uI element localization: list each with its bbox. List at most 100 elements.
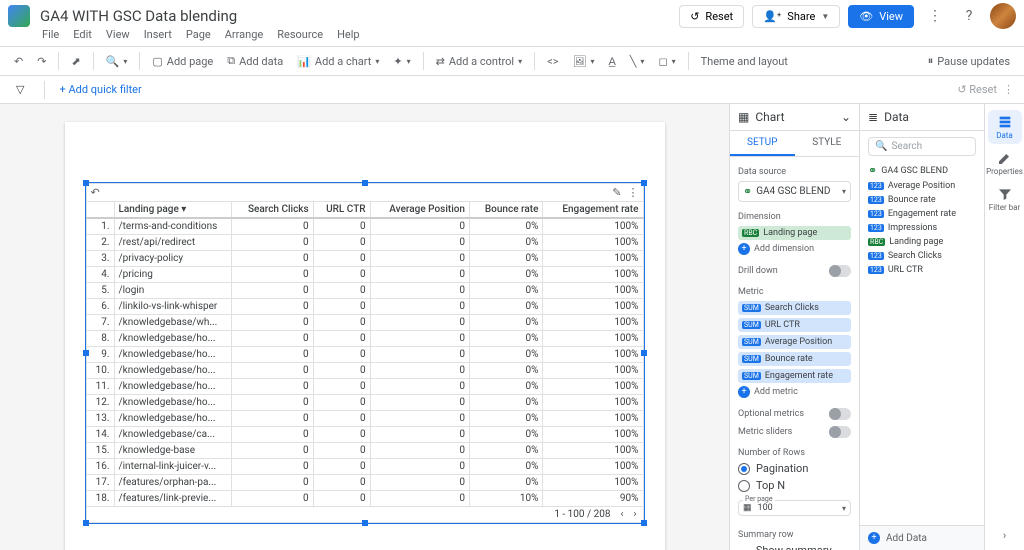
reset-button[interactable]: ↺ Reset	[679, 5, 744, 28]
doc-title[interactable]: GA4 WITH GSC Data blending	[40, 7, 679, 25]
theme-layout[interactable]: Theme and layout	[695, 51, 794, 72]
col-landing-page[interactable]: Landing page ▾	[114, 202, 231, 219]
reset-filters[interactable]: ↺ Reset	[957, 83, 997, 96]
radio-topn[interactable]	[738, 480, 750, 492]
add-quick-filter[interactable]: + Add quick filter	[59, 83, 141, 96]
add-dimension[interactable]: +Add dimension	[738, 243, 851, 255]
canvas[interactable]: ↶ ✎ ⋮ Landing page ▾ Search Clicks URL C…	[0, 104, 729, 550]
shape-tool[interactable]: ◻▾	[652, 51, 681, 72]
col-url-ctr[interactable]: URL CTR	[313, 202, 370, 219]
image-tool[interactable]: 🖼▾	[566, 51, 600, 72]
field-item[interactable]: 123Average Position	[868, 179, 976, 193]
pencil-icon[interactable]: ✎	[612, 186, 621, 199]
col-avg-position[interactable]: Average Position	[370, 202, 469, 219]
col-search-clicks[interactable]: Search Clicks	[231, 202, 313, 219]
rail-data[interactable]: Data	[988, 110, 1022, 144]
table-row[interactable]: 13./knowledgebase/ho...0000%100%	[86, 411, 643, 427]
table-row[interactable]: 15./knowledge-base0000%100%	[86, 443, 643, 459]
add-chart[interactable]: 📊 Add a chart ▾	[291, 51, 385, 72]
field-item[interactable]: 123Search Clicks	[868, 249, 976, 263]
rail-filter[interactable]: Filter bar	[988, 182, 1022, 216]
table-chart[interactable]: ↶ ✎ ⋮ Landing page ▾ Search Clicks URL C…	[85, 182, 645, 524]
data-source-entry[interactable]: ⚭GA4 GSC BLEND	[868, 162, 976, 179]
pager-prev[interactable]: ‹	[620, 509, 623, 520]
table-row[interactable]: 17./features/orphan-pa...0000%100%	[86, 475, 643, 491]
line-tool[interactable]: ╲▾	[624, 51, 651, 72]
col-bounce-rate[interactable]: Bounce rate	[470, 202, 543, 219]
metric-chip[interactable]: SUMURL CTR	[738, 318, 851, 332]
zoom-tool[interactable]: 🔍▾	[100, 51, 134, 72]
metric-chip[interactable]: SUMEngagement rate	[738, 369, 851, 383]
pause-updates[interactable]: ⏸ Pause updates	[922, 50, 1016, 72]
menu-edit[interactable]: Edit	[73, 28, 92, 42]
rail-properties[interactable]: Properties	[988, 146, 1022, 180]
tab-setup[interactable]: SETUP	[730, 131, 795, 156]
menu-insert[interactable]: Insert	[144, 28, 172, 42]
table-row[interactable]: 8./knowledgebase/ho...0000%100%	[86, 331, 643, 347]
table-row[interactable]: 12./knowledgebase/ho...0000%100%	[86, 395, 643, 411]
filter-more[interactable]: ⋮	[1003, 83, 1014, 96]
undo-icon[interactable]: ↶	[91, 186, 100, 199]
help-button[interactable]: ?	[956, 3, 982, 29]
community-viz[interactable]: ✦▾	[387, 51, 416, 72]
account-avatar[interactable]	[990, 3, 1016, 29]
table-row[interactable]: 16./internal-link-juicer-v...0000%100%	[86, 459, 643, 475]
add-metric[interactable]: +Add metric	[738, 386, 851, 398]
data-source-selector[interactable]: ⚭GA4 GSC BLEND▾	[738, 181, 851, 202]
table-row[interactable]: 2./rest/api/redirect0000%100%	[86, 235, 643, 251]
menu-file[interactable]: File	[42, 28, 59, 42]
menu-resource[interactable]: Resource	[277, 28, 323, 42]
table-row[interactable]: 18./features/link-previe...00010%90%	[86, 491, 643, 507]
metric-chip[interactable]: SUMAverage Position	[738, 335, 851, 349]
metric-chip[interactable]: SUMSearch Clicks	[738, 301, 851, 315]
pager-next[interactable]: ›	[633, 509, 636, 520]
url-embed[interactable]: <>	[541, 51, 564, 72]
menu-help[interactable]: Help	[337, 28, 360, 42]
optional-metrics-toggle[interactable]	[829, 408, 851, 420]
menu-view[interactable]: View	[106, 28, 130, 42]
chart-type-chevron[interactable]: ⌄	[841, 110, 851, 124]
chart-more-icon[interactable]: ⋮	[628, 186, 639, 199]
radio-pagination[interactable]	[738, 463, 750, 475]
per-page-select[interactable]: Per page ▦ 100▾	[738, 500, 851, 516]
add-data-button[interactable]: +Add Data	[860, 525, 984, 550]
tab-style[interactable]: STYLE	[795, 131, 860, 156]
table-row[interactable]: 10./knowledgebase/ho...0000%100%	[86, 363, 643, 379]
table-row[interactable]: 6./linkilo-vs-link-whisper0000%100%	[86, 299, 643, 315]
table-row[interactable]: 1./terms-and-conditions0000%100%	[86, 218, 643, 235]
share-button[interactable]: 👤⁺ Share ▼	[752, 5, 840, 28]
field-item[interactable]: 123Bounce rate	[868, 193, 976, 207]
add-page[interactable]: ▢ Add page	[146, 51, 219, 72]
dimension-chip[interactable]: RBCLanding page	[738, 226, 851, 240]
field-item[interactable]: 123Impressions	[868, 221, 976, 235]
col-engagement-rate[interactable]: Engagement rate	[543, 202, 643, 219]
drill-down-toggle[interactable]	[829, 265, 851, 277]
table-row[interactable]: 4./pricing0000%100%	[86, 267, 643, 283]
view-button[interactable]: 👁 View	[848, 5, 914, 28]
metric-sliders-toggle[interactable]	[829, 426, 851, 438]
table-row[interactable]: 14./knowledgebase/ca...0000%100%	[86, 427, 643, 443]
filter-icon[interactable]: ▽	[10, 79, 30, 100]
more-options-button[interactable]: ⋮	[922, 3, 948, 29]
table-row[interactable]: 7./knowledgebase/wh...0000%100%	[86, 315, 643, 331]
drill-down-label: Drill down	[738, 266, 778, 276]
table-row[interactable]: 9./knowledgebase/ho...0000%100%	[86, 347, 643, 363]
text-tool[interactable]: A̲	[602, 51, 621, 72]
field-item[interactable]: 123Engagement rate	[868, 207, 976, 221]
rail-expand[interactable]: ›	[1003, 529, 1006, 542]
table-row[interactable]: 11./knowledgebase/ho...0000%100%	[86, 379, 643, 395]
selection-tool[interactable]: ⬈	[65, 51, 86, 72]
undo-button[interactable]: ↶	[8, 51, 29, 72]
add-control[interactable]: ⇄ Add a control ▾	[430, 51, 529, 72]
table-row[interactable]: 5./login0000%100%	[86, 283, 643, 299]
field-item[interactable]: 123URL CTR	[868, 263, 976, 277]
table-row[interactable]: 3./privacy-policy0000%100%	[86, 251, 643, 267]
metric-label: Metric	[738, 287, 851, 297]
add-data[interactable]: ⧉ Add data	[221, 50, 289, 72]
field-search[interactable]: 🔍 Search	[868, 137, 976, 156]
metric-chip[interactable]: SUMBounce rate	[738, 352, 851, 366]
field-item[interactable]: RBCLanding page	[868, 235, 976, 249]
redo-button[interactable]: ↷	[31, 51, 52, 72]
menu-arrange[interactable]: Arrange	[225, 28, 263, 42]
menu-page[interactable]: Page	[186, 28, 211, 42]
